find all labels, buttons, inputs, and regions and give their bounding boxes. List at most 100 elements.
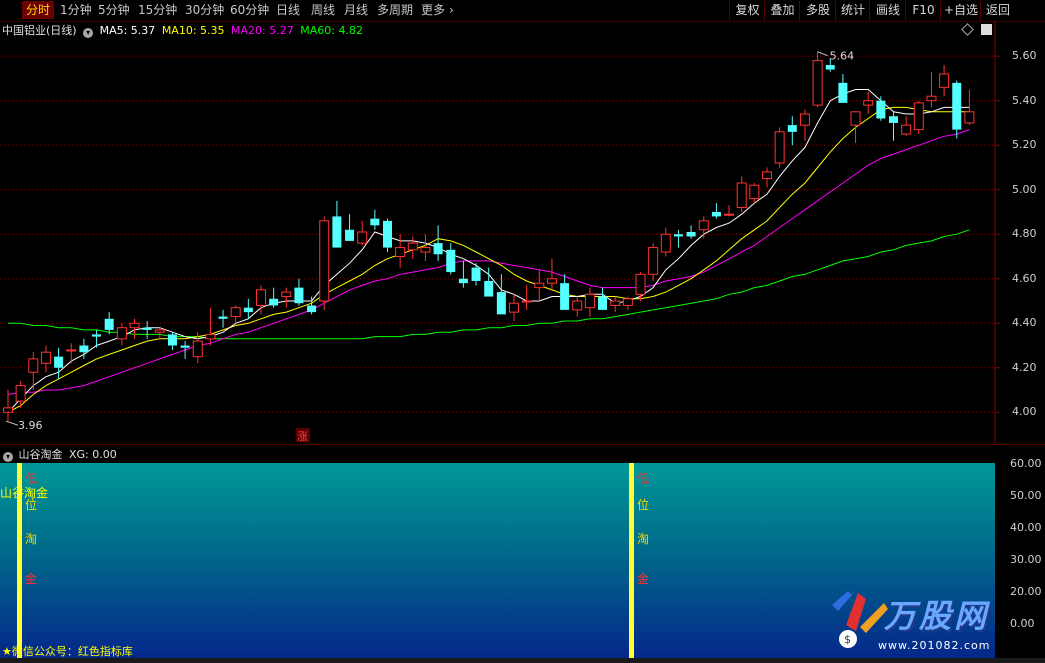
candle-body — [534, 282, 545, 289]
ma-settings-icon[interactable]: ▾ — [83, 28, 94, 38]
candle — [673, 229, 683, 248]
low-price-label: 3.96 — [18, 419, 43, 432]
candle-body — [54, 356, 64, 368]
candle — [534, 269, 545, 301]
signal-char: 位 — [637, 498, 650, 512]
period-tab-6[interactable]: 日线 — [276, 2, 300, 18]
candle-body — [876, 100, 886, 119]
candle-body — [496, 292, 506, 315]
candle-body — [901, 124, 912, 135]
period-tab-9[interactable]: 多周期 — [377, 2, 413, 18]
signal-char: 金 — [25, 572, 38, 586]
ma10-line — [7, 106, 970, 413]
candle — [686, 225, 696, 239]
toolbar-button-0[interactable]: 复权 — [729, 1, 765, 20]
candle-body — [926, 95, 937, 102]
candle-body — [964, 111, 975, 124]
period-tab-3[interactable]: 15分钟 — [138, 2, 177, 18]
candle-body — [686, 232, 696, 237]
candle — [370, 209, 380, 230]
period-tab-2[interactable]: 5分钟 — [98, 2, 130, 18]
period-tab-4[interactable]: 30分钟 — [185, 2, 224, 18]
expand-icon[interactable] — [981, 24, 992, 35]
high-price-label: 5.64 — [830, 50, 855, 63]
candle — [509, 294, 519, 322]
candle — [698, 216, 709, 239]
candle-body — [913, 102, 924, 131]
candle-body — [383, 220, 392, 248]
candle — [395, 234, 406, 268]
period-tab-5[interactable]: 60分钟 — [230, 2, 269, 18]
candle — [521, 285, 532, 310]
candle-body — [546, 278, 557, 284]
candle-body — [15, 385, 26, 402]
candle-body — [205, 333, 216, 340]
candle-body — [889, 116, 898, 123]
candle-body — [370, 218, 380, 226]
toolbar-button-5[interactable]: F10 — [905, 1, 941, 20]
period-tab-10[interactable]: 更多 — [421, 2, 445, 18]
price-label: 4.60 — [1012, 271, 1037, 285]
candle-body — [749, 184, 760, 200]
candle — [345, 214, 355, 241]
candle-body — [319, 220, 330, 302]
candle — [3, 390, 13, 422]
candle-body — [724, 213, 735, 216]
main-chart-pane[interactable]: 5.64 3.96 涨 — [0, 21, 1045, 443]
signal-char: 位 — [25, 498, 38, 512]
candle-body — [610, 300, 621, 306]
price-label: 5.40 — [1012, 93, 1037, 107]
toolbar-button-4[interactable]: 画线 — [869, 1, 906, 20]
candle-body — [167, 334, 177, 346]
indicator-menu-icon[interactable]: ▾ — [3, 452, 13, 462]
candle-body — [471, 267, 481, 281]
period-tab-8[interactable]: 月线 — [344, 2, 368, 18]
candle — [724, 205, 735, 217]
candle — [281, 287, 292, 308]
candle-body — [79, 345, 89, 353]
candle-body — [142, 327, 152, 330]
toolbar-button-6[interactable]: +自选 — [940, 1, 981, 20]
more-arrow-icon[interactable]: › — [449, 2, 454, 18]
candle — [458, 260, 468, 288]
candle-body — [446, 249, 456, 273]
indicator-footer: ★微信公众号：红色指标库 — [2, 645, 133, 658]
candle-body — [307, 305, 317, 313]
period-tab-0[interactable]: 分时 — [22, 1, 55, 19]
candle-body — [850, 111, 861, 126]
ma20-line — [7, 129, 970, 395]
toolbar-button-2[interactable]: 多股 — [799, 1, 836, 20]
period-tab-1[interactable]: 1分钟 — [60, 2, 92, 18]
candle — [572, 296, 583, 317]
candle-body — [3, 407, 13, 413]
up-marker-label: 涨 — [297, 430, 308, 443]
candle — [812, 51, 823, 108]
candle — [496, 274, 506, 315]
candle — [952, 80, 962, 139]
candle-body — [598, 296, 608, 310]
stock-title: 中国铝业(日线) — [2, 24, 77, 37]
candle-body — [509, 302, 519, 313]
candle-body — [281, 291, 292, 298]
candle — [28, 352, 39, 391]
watermark-logo: $ 万股网 www.201082.com — [826, 585, 1036, 657]
candle-body — [104, 318, 114, 330]
candle-body — [825, 65, 835, 70]
toolbar-button-7[interactable]: 返回 — [980, 1, 1015, 20]
toolbar-button-3[interactable]: 统计 — [835, 1, 870, 20]
signal-char: 淘 — [637, 532, 650, 546]
candle-body — [484, 280, 494, 297]
indicator-axis-label: 40.00 — [1010, 521, 1042, 534]
candle-body — [698, 220, 709, 231]
toolbar-button-1[interactable]: 叠加 — [764, 1, 800, 20]
svg-text:$: $ — [844, 633, 851, 646]
candle-body — [433, 243, 443, 255]
candle — [926, 71, 937, 108]
candle-body — [92, 334, 102, 337]
indicator-name[interactable]: 山谷淘金 — [19, 448, 63, 461]
price-label: 4.40 — [1012, 316, 1037, 330]
indicator-axis-label: 30.00 — [1010, 553, 1042, 566]
period-tab-7[interactable]: 周线 — [311, 2, 335, 18]
candle-body — [28, 358, 39, 373]
candlestick-chart[interactable]: 5.64 3.96 涨 — [0, 21, 1045, 443]
